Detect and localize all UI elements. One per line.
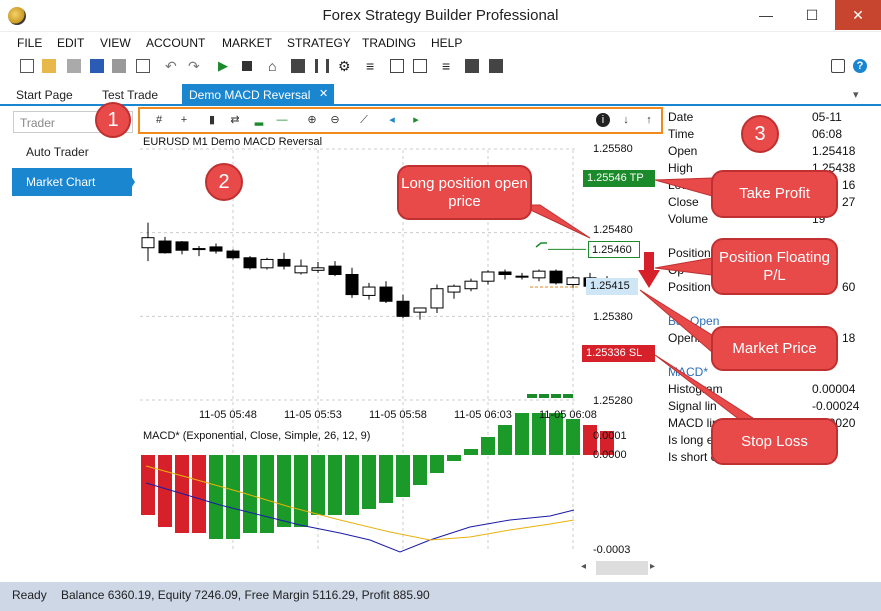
- callout-take-profit: Take Profit: [711, 170, 838, 218]
- callout-floating-pl: Position Floating P/L: [711, 238, 838, 295]
- marker-badge-2: 2: [205, 163, 243, 201]
- callout-long-position: Long position open price: [397, 165, 532, 220]
- callout-pointers: [519, 177, 758, 421]
- marker-badge-1: 1: [95, 102, 131, 138]
- floating-pl-arrow-icon: [638, 252, 660, 288]
- callout-pointer: [639, 289, 713, 354]
- status-ready: Ready: [12, 588, 47, 602]
- callout-pointer: [654, 177, 713, 197]
- callout-market-price: Market Price: [711, 326, 838, 371]
- marker-badge-3: 3: [741, 115, 779, 153]
- callout-pointer: [654, 257, 713, 276]
- status-account: Balance 6360.19, Equity 7246.09, Free Ma…: [61, 588, 430, 602]
- callout-stop-loss: Stop Loss: [711, 418, 838, 465]
